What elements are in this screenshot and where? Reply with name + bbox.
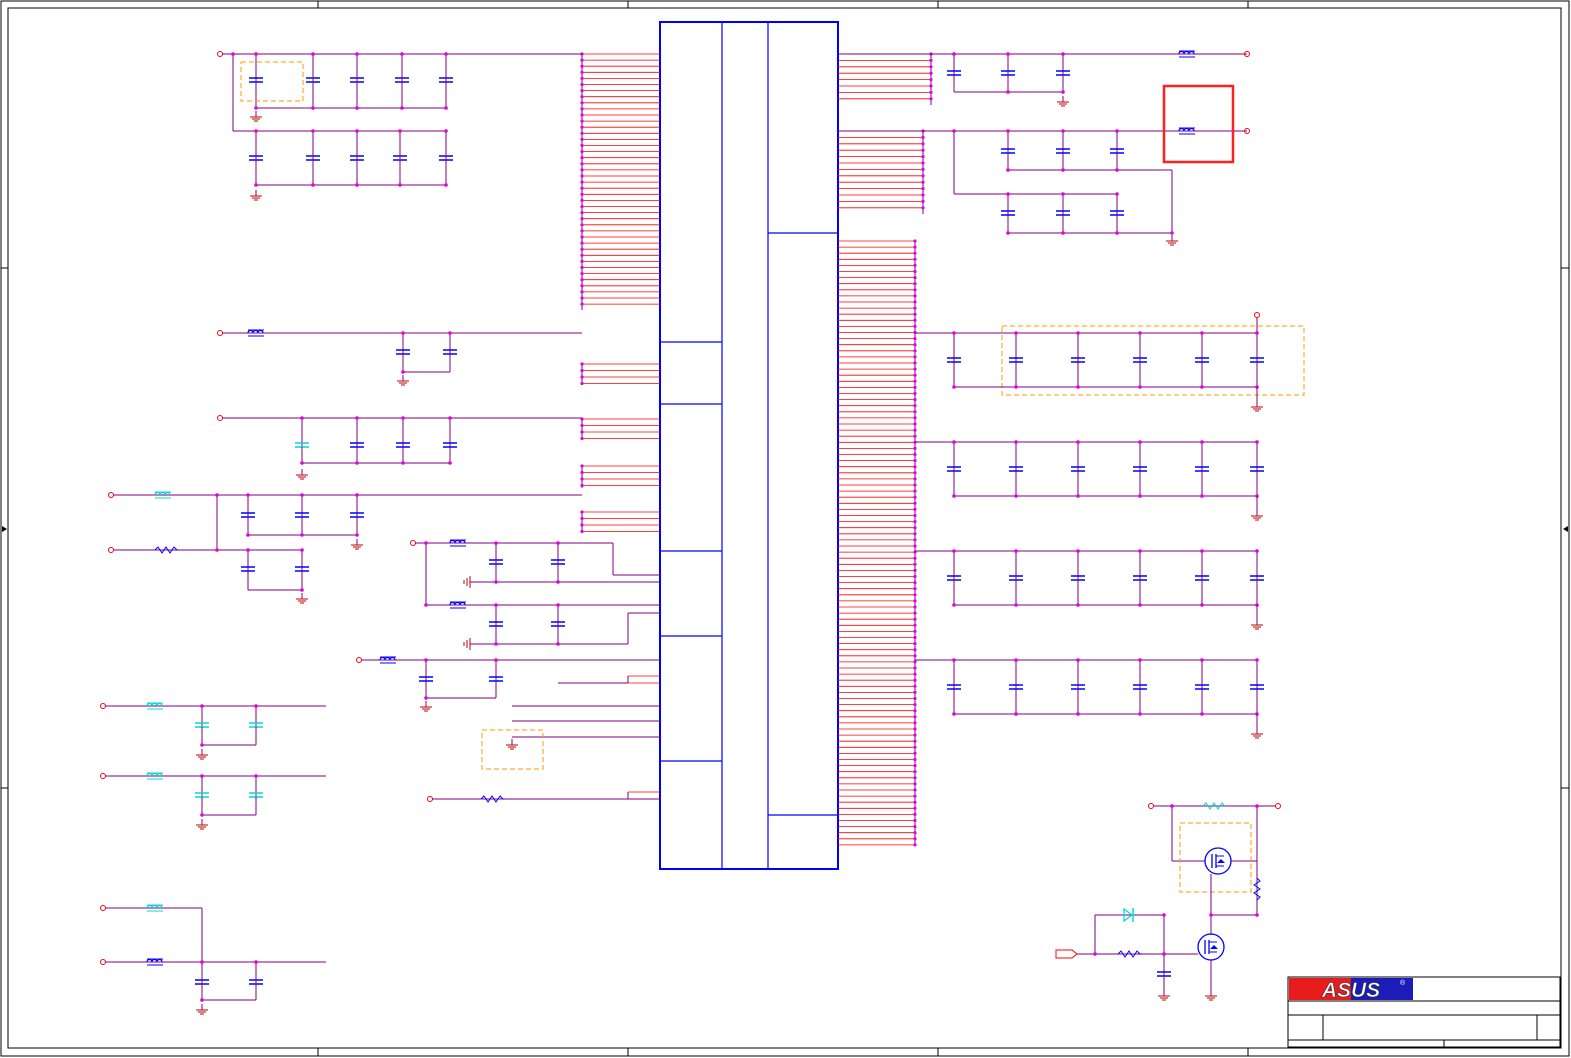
schematic-sheet: ASUS ®	[0, 0, 1570, 1057]
decoupling-cap-banks-right[interactable]	[915, 312, 1305, 739]
filter-network-776[interactable]	[100, 772, 327, 830]
ic-left-pins	[580, 52, 660, 800]
main-ic-symbol[interactable]	[659, 21, 839, 870]
filter-network-top-right-54[interactable]	[838, 50, 1250, 107]
filter-network-908[interactable]	[100, 904, 327, 1015]
sheet-frame	[0, 0, 1570, 1057]
title-block: ASUS ®	[1287, 976, 1561, 1048]
filter-network-660[interactable]	[356, 656, 661, 803]
filter-network-333[interactable]	[217, 329, 583, 386]
filter-network-495[interactable]	[108, 491, 583, 604]
svg-text:ASUS: ASUS	[1321, 979, 1380, 1002]
ic-right-pins	[838, 52, 933, 847]
power-switch-circuit[interactable]	[1055, 802, 1281, 1001]
filter-network-418[interactable]	[217, 415, 583, 480]
filter-network-706[interactable]	[100, 702, 327, 760]
filter-network-top-right-131[interactable]	[838, 84, 1250, 246]
decoupling-network-top-left[interactable]	[217, 51, 583, 201]
asus-logo: ASUS ®	[1289, 978, 1413, 1002]
filter-network-543[interactable]	[410, 539, 661, 650]
wire-junctions	[200, 52, 1259, 1002]
svg-text:®: ®	[1400, 979, 1406, 987]
